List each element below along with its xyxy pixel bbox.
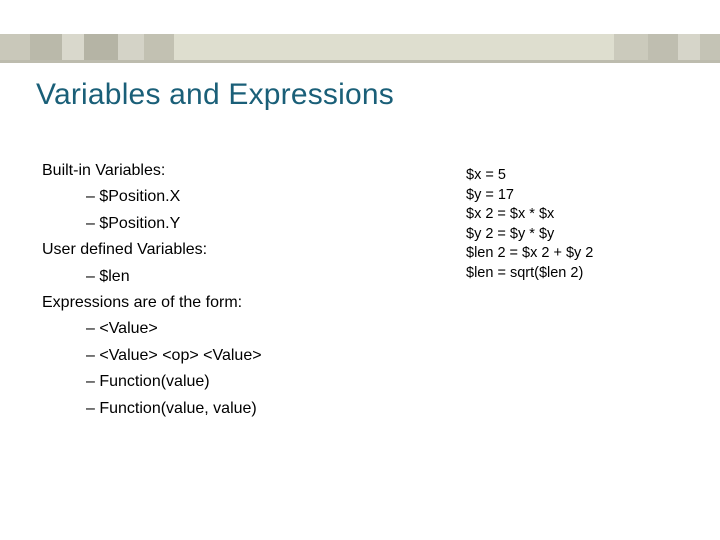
code-line-2: $y = 17 <box>466 186 593 206</box>
bullet-func-one: – Function(value) <box>86 369 262 395</box>
bullet-position-x: – $Position.X <box>86 184 262 210</box>
code-line-4: $y 2 = $y * $y <box>466 225 593 245</box>
left-heading-builtin: Built-in Variables: <box>42 158 262 184</box>
header-decor-band <box>0 34 720 60</box>
bullet-len: – $len <box>86 264 262 290</box>
bullet-position-y: – $Position.Y <box>86 211 262 237</box>
bullet-value-op-value: – <Value> <op> <Value> <box>86 343 262 369</box>
right-column: $x = 5 $y = 17 $x 2 = $x * $x $y 2 = $y … <box>466 166 593 283</box>
code-line-5: $len 2 = $x 2 + $y 2 <box>466 244 593 264</box>
bullet-func-two: – Function(value, value) <box>86 396 262 422</box>
code-line-3: $x 2 = $x * $x <box>466 205 593 225</box>
slide-title: Variables and Expressions <box>36 78 394 112</box>
left-heading-expr: Expressions are of the form: <box>42 290 262 316</box>
left-column: Built-in Variables: – $Position.X – $Pos… <box>42 158 262 422</box>
left-heading-user: User defined Variables: <box>42 237 262 263</box>
code-line-6: $len = sqrt($len 2) <box>466 264 593 284</box>
code-line-1: $x = 5 <box>466 166 593 186</box>
bullet-value: – <Value> <box>86 316 262 342</box>
